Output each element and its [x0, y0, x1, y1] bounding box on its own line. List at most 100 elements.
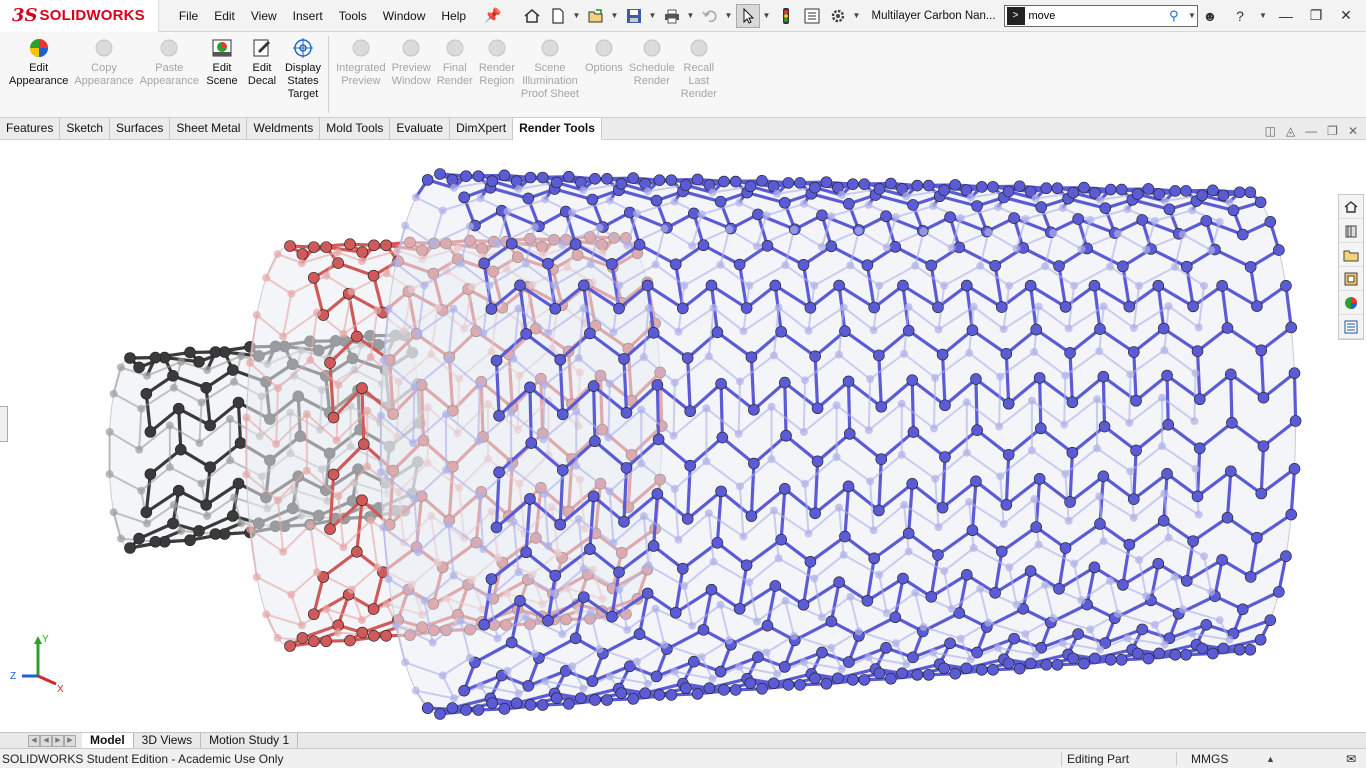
help-dropdown-icon[interactable]: ▼	[1258, 11, 1268, 20]
model-tab-3d-views[interactable]: 3D Views	[134, 732, 202, 749]
display-states-target-button[interactable]: Display States Target	[282, 32, 324, 117]
file-properties-icon[interactable]	[800, 4, 824, 28]
outer-tube-atom	[705, 279, 718, 292]
graphics-area[interactable]: Y X Z	[0, 141, 1366, 732]
tab-dimxpert[interactable]: DimXpert	[450, 118, 514, 140]
menu-window[interactable]: Window	[375, 0, 434, 32]
inner-tube-atom	[137, 404, 146, 413]
rebuild-icon[interactable]	[774, 4, 798, 28]
paste-appearance-button[interactable]: Paste Appearance	[137, 32, 202, 117]
units-caret-icon[interactable]: ▲	[1266, 754, 1346, 764]
nanotube-model[interactable]	[0, 141, 1366, 732]
tab-render-tools[interactable]: Render Tools	[513, 118, 602, 140]
close-icon[interactable]: ✕	[1334, 7, 1358, 24]
solidworks-logo[interactable]: 3S SOLIDWORKS	[0, 0, 159, 32]
scroll-next-icon[interactable]: ▶	[52, 734, 64, 747]
undo-dropdown-icon[interactable]: ▼	[724, 11, 734, 20]
outer-tube-atom	[558, 630, 567, 639]
options-button[interactable]: Options	[582, 32, 626, 117]
viewport-close-icon[interactable]: ✕	[1348, 124, 1358, 138]
open-dropdown-icon[interactable]: ▼	[610, 11, 620, 20]
tab-evaluate[interactable]: Evaluate	[390, 118, 451, 140]
save-icon[interactable]	[622, 4, 646, 28]
file-explorer-icon[interactable]	[1339, 243, 1363, 267]
outer-tube-atom	[839, 303, 848, 312]
search-dropdown-icon[interactable]: ▼	[1187, 11, 1197, 20]
integrated-preview-icon	[349, 36, 373, 60]
tab-mold-tools[interactable]: Mold Tools	[320, 118, 391, 140]
status-units[interactable]: MMGS	[1176, 751, 1266, 766]
outer-tube-atom	[556, 464, 569, 476]
print-icon[interactable]	[660, 4, 684, 28]
open-icon[interactable]	[584, 4, 608, 28]
outer-tube-atom	[847, 674, 859, 686]
edit-appearance-button[interactable]: Edit Appearance	[6, 32, 71, 117]
new-dropdown-icon[interactable]: ▼	[572, 11, 582, 20]
recall-last-render-button[interactable]: Recall Last Render	[678, 32, 720, 117]
viewport-restore-icon[interactable]: ❐	[1327, 124, 1338, 138]
menu-file[interactable]: File	[171, 0, 206, 32]
model-tab-model[interactable]: Model	[82, 732, 134, 749]
scroll-first-icon[interactable]: ◀	[28, 734, 40, 747]
integrated-preview-button[interactable]: Integrated Preview	[333, 32, 389, 117]
pin-icon[interactable]: 📌	[484, 7, 501, 24]
outer-tube-atom	[1053, 583, 1065, 595]
tab-weldments[interactable]: Weldments	[247, 118, 321, 140]
help-icon[interactable]: ?	[1228, 8, 1252, 24]
final-render-button[interactable]: Final Render	[434, 32, 476, 117]
preview-window-button[interactable]: Preview Window	[389, 32, 434, 117]
model-tab-motion-study-1[interactable]: Motion Study 1	[201, 732, 299, 749]
options-dropdown-icon[interactable]: ▼	[852, 11, 862, 20]
menu-tools[interactable]: Tools	[331, 0, 375, 32]
menu-insert[interactable]: Insert	[285, 0, 331, 32]
task-pane-home-icon[interactable]	[1339, 195, 1363, 219]
save-dropdown-icon[interactable]: ▼	[648, 11, 658, 20]
outer-tube-atom	[1180, 575, 1193, 587]
tab-surfaces[interactable]: Surfaces	[110, 118, 171, 140]
tile-left-icon[interactable]: ◫	[1265, 124, 1276, 138]
edit-scene-button[interactable]: Edit Scene	[202, 32, 242, 117]
schedule-render-button[interactable]: Schedule Render	[626, 32, 678, 117]
select-icon[interactable]	[735, 3, 760, 28]
home-icon[interactable]	[520, 4, 544, 28]
options-gear-icon[interactable]	[826, 4, 850, 28]
scene-illumination-button[interactable]: Scene Illumination Proof Sheet	[518, 32, 582, 117]
print-dropdown-icon[interactable]: ▼	[686, 11, 696, 20]
middle-tube-atom	[242, 470, 251, 479]
minimize-icon[interactable]: —	[1274, 8, 1298, 24]
select-dropdown-icon[interactable]: ▼	[762, 11, 772, 20]
tile-right-icon[interactable]: ◬	[1286, 124, 1295, 138]
search-icon[interactable]: ⚲	[1169, 8, 1187, 24]
menu-help[interactable]: Help	[433, 0, 474, 32]
undo-icon[interactable]	[698, 4, 722, 28]
feature-manager-handle[interactable]	[0, 406, 8, 442]
logo-prefix: 3S	[12, 5, 38, 26]
tab-sketch[interactable]: Sketch	[60, 118, 111, 140]
outer-tube-atom	[882, 609, 891, 618]
render-region-button[interactable]: Render Region	[476, 32, 518, 117]
menu-edit[interactable]: Edit	[206, 0, 243, 32]
view-palette-icon[interactable]	[1339, 267, 1363, 291]
outer-tube-atom	[605, 487, 614, 496]
command-manager-tabs: Features Sketch Surfaces Sheet Metal Weldmen…	[0, 118, 1366, 140]
user-icon[interactable]: ☻	[1198, 8, 1222, 24]
custom-properties-icon[interactable]	[1339, 315, 1363, 339]
appearances-icon[interactable]	[1339, 291, 1363, 315]
tab-sheet-metal[interactable]: Sheet Metal	[170, 118, 248, 140]
scroll-prev-icon[interactable]: ◀	[40, 734, 52, 747]
new-document-icon[interactable]	[546, 4, 570, 28]
restore-icon[interactable]: ❐	[1304, 7, 1328, 24]
outer-tube-atom	[854, 627, 863, 636]
design-library-icon[interactable]	[1339, 219, 1363, 243]
viewport-minimize-icon[interactable]: —	[1305, 124, 1317, 138]
search-input[interactable]	[1028, 9, 1169, 22]
outer-tube-atom	[522, 680, 535, 692]
tab-features[interactable]: Features	[0, 118, 61, 140]
edit-decal-button[interactable]: Edit Decal	[242, 32, 282, 117]
command-search[interactable]: > ⚲ ▼	[1003, 4, 1198, 27]
outer-tube-atom	[643, 187, 652, 196]
menu-view[interactable]: View	[243, 0, 285, 32]
copy-appearance-button[interactable]: Copy Appearance	[71, 32, 136, 117]
scroll-last-icon[interactable]: ▶	[64, 734, 76, 747]
message-icon[interactable]: ✉	[1346, 752, 1366, 766]
